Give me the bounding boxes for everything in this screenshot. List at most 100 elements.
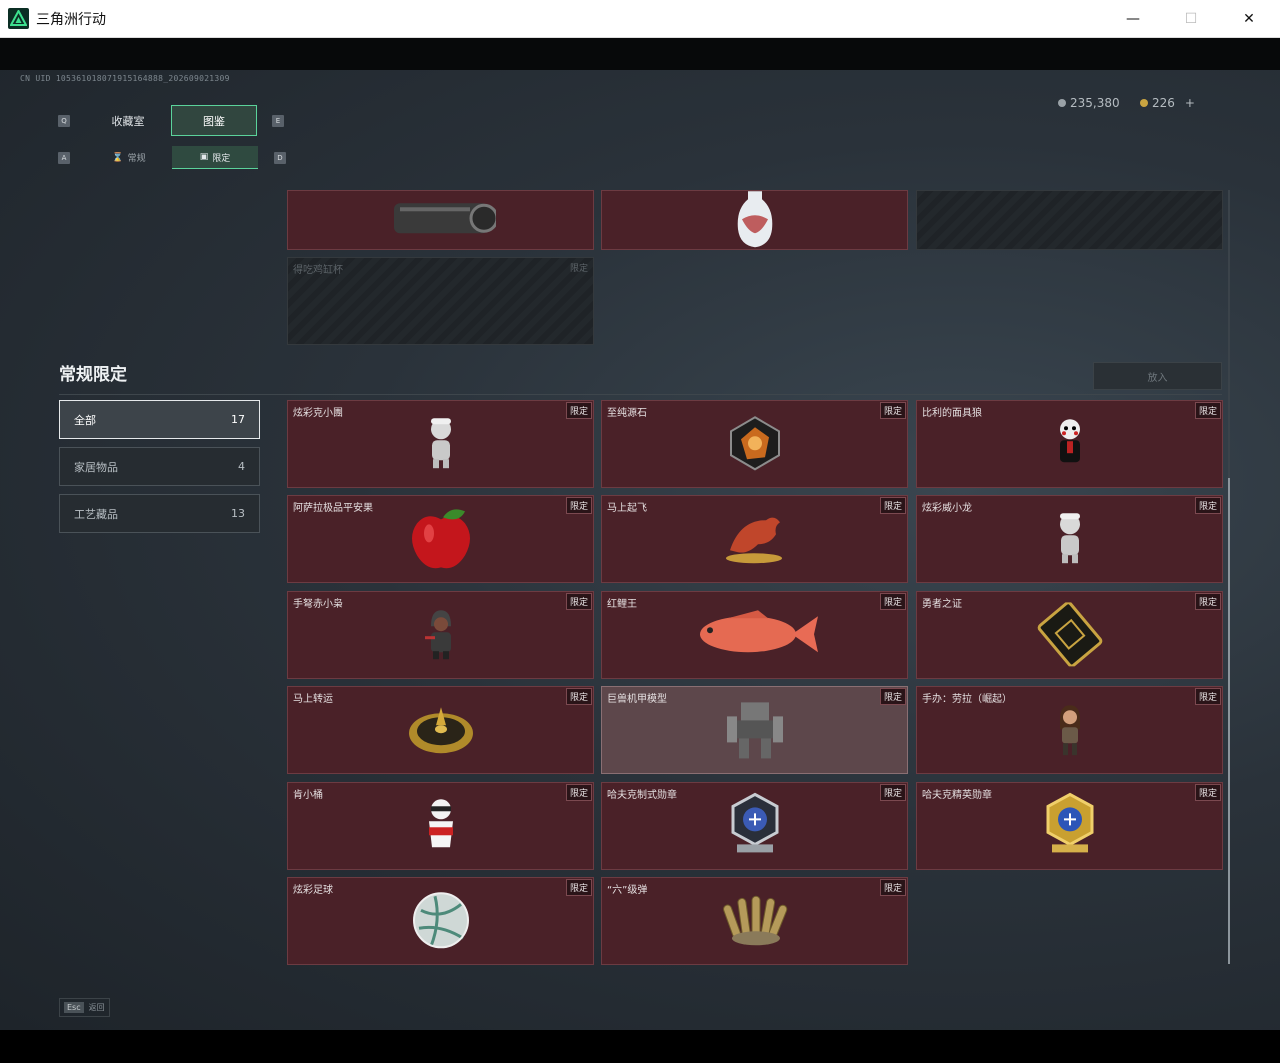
- item-card[interactable]: 比利的面具狼 限定: [916, 400, 1223, 488]
- subtab-prev-key[interactable]: A: [58, 152, 70, 164]
- item-card[interactable]: 肯小桶 限定: [287, 781, 594, 870]
- game-viewport: CN UID 105361018071915164888_20260902130…: [0, 38, 1280, 1030]
- limited-tag: 限定: [565, 592, 592, 610]
- filter-all[interactable]: 全部 17: [59, 400, 260, 439]
- vase-icon: [730, 191, 780, 249]
- item-card[interactable]: 炫彩足球 限定: [287, 877, 594, 965]
- figure-white-icon: [1052, 511, 1088, 571]
- item-card[interactable]: [287, 190, 594, 250]
- top-band: [0, 38, 1280, 70]
- section-divider: [59, 394, 1222, 395]
- item-card[interactable]: “六”级弹 限定: [601, 877, 908, 965]
- section-title: 常规限定: [59, 365, 127, 385]
- item-card: 得吃鸡缸杯 限定: [287, 257, 594, 345]
- item-card[interactable]: 炫彩威小龙 限定: [916, 495, 1223, 584]
- item-card[interactable]: 手弩赤小枭 限定: [287, 590, 594, 679]
- window-title: 三角洲行动: [36, 12, 106, 28]
- item-card[interactable]: 红鲤王 限定: [601, 590, 908, 679]
- tab-prev-key[interactable]: Q: [58, 115, 70, 127]
- item-name: 马上起飞: [607, 503, 647, 515]
- limited-tag: 限定: [565, 879, 592, 896]
- item-name: 炫彩足球: [293, 885, 333, 896]
- hourglass-icon: ⌛: [112, 152, 124, 163]
- puppet-icon: [1052, 415, 1088, 475]
- limited-tag: 限定: [1194, 497, 1221, 515]
- figure-white-icon: [423, 415, 459, 475]
- filter-all-label: 全部: [74, 413, 96, 427]
- limited-tag: 限定: [565, 688, 592, 706]
- gold-amount: 226: [1152, 96, 1175, 110]
- barrel-icon: [386, 191, 498, 249]
- app-logo-icon: [8, 8, 29, 29]
- filter-crafts-label: 工艺藏品: [74, 507, 118, 521]
- compass-icon: [406, 701, 476, 761]
- silver-coin-icon: [1058, 99, 1066, 107]
- back-hint[interactable]: Esc 返回: [59, 998, 110, 1017]
- item-name: 阿萨拉极品平安果: [293, 503, 373, 515]
- silver-amount: 235,380: [1070, 96, 1120, 110]
- player-uid: CN UID 105361018071915164888_20260902130…: [20, 74, 230, 83]
- subtab-limited-label: 限定: [212, 153, 231, 164]
- item-card[interactable]: 哈夫克精英勋章 限定: [916, 781, 1223, 870]
- filter-home-items[interactable]: 家居物品 4: [59, 447, 260, 486]
- maximize-button[interactable]: ☐: [1168, 0, 1214, 38]
- item-name: 哈夫克精英勋章: [922, 789, 992, 801]
- item-card[interactable]: 阿萨拉极品平安果 限定: [287, 495, 594, 584]
- window-titlebar: 三角洲行动 — ☐ ✕: [0, 0, 1280, 38]
- limited-tag: 限定: [879, 783, 906, 801]
- gold-coin-icon: [1140, 99, 1148, 107]
- scrollbar-thumb[interactable]: [1228, 478, 1230, 964]
- filter-crafts-count: 13: [231, 507, 245, 520]
- item-name: 得吃鸡缸杯: [293, 265, 343, 276]
- horse-icon: [720, 511, 790, 571]
- item-card[interactable]: 勇者之证 限定: [916, 590, 1223, 679]
- limited-tag: 限定: [879, 592, 906, 610]
- minimize-button[interactable]: —: [1110, 0, 1156, 38]
- subtab-limited[interactable]: ▣ 限定: [172, 146, 258, 169]
- limited-tag: 限定: [1194, 402, 1221, 419]
- tab-codex[interactable]: 图鉴: [171, 105, 257, 136]
- item-name: 炫彩克小團: [293, 408, 343, 419]
- limited-tag: 限定: [1194, 783, 1221, 801]
- mech-icon: [723, 697, 787, 767]
- limited-tag: 限定: [879, 688, 906, 706]
- item-card[interactable]: 巨兽机甲模型 限定: [601, 686, 908, 775]
- tab-collection-room[interactable]: 收藏室: [85, 105, 171, 136]
- frame-icon: ▣: [199, 152, 209, 162]
- apple-icon: [409, 506, 473, 576]
- gem-icon: [725, 413, 785, 477]
- bullets-icon: [720, 890, 790, 954]
- subtab-regular[interactable]: ⌛ 常规: [86, 146, 172, 169]
- fish-icon: [688, 606, 822, 666]
- ball-icon: [411, 890, 471, 954]
- item-name: 勇者之证: [922, 598, 962, 610]
- item-card[interactable]: 马上起飞 限定: [601, 495, 908, 584]
- filter-crafts[interactable]: 工艺藏品 13: [59, 494, 260, 533]
- item-card[interactable]: 炫彩克小團 限定: [287, 400, 594, 488]
- item-card: [916, 190, 1223, 250]
- subtab-next-key[interactable]: D: [274, 152, 286, 164]
- item-name: 巨兽机甲模型: [607, 694, 667, 706]
- item-card[interactable]: 手办：劳拉（崛起） 限定: [916, 686, 1223, 775]
- item-card[interactable]: 哈夫克制式勋章 限定: [601, 781, 908, 870]
- item-card[interactable]: [601, 190, 908, 250]
- item-card[interactable]: 马上转运 限定: [287, 686, 594, 775]
- subtab-regular-label: 常规: [127, 154, 146, 164]
- item-name: 肯小桶: [293, 789, 323, 801]
- item-name: 至纯源石: [607, 408, 647, 419]
- limited-tag: 限定: [1194, 688, 1221, 706]
- add-currency-button[interactable]: +: [1185, 96, 1195, 110]
- back-label: 返回: [88, 1003, 105, 1012]
- limited-tag: 限定: [879, 879, 906, 896]
- limited-tag: 限定: [565, 783, 592, 801]
- tab-next-key[interactable]: E: [272, 115, 284, 127]
- item-card[interactable]: 至纯源石 限定: [601, 400, 908, 488]
- limited-tag: 限定: [879, 497, 906, 515]
- lara-icon: [1052, 701, 1088, 761]
- close-button[interactable]: ✕: [1226, 0, 1272, 38]
- silver-currency: 235,380: [1058, 96, 1120, 110]
- limited-tag: 限定: [879, 402, 906, 419]
- put-in-button[interactable]: 放入: [1093, 362, 1222, 390]
- esc-key: Esc: [64, 1002, 84, 1013]
- limited-tag: 限定: [565, 497, 592, 515]
